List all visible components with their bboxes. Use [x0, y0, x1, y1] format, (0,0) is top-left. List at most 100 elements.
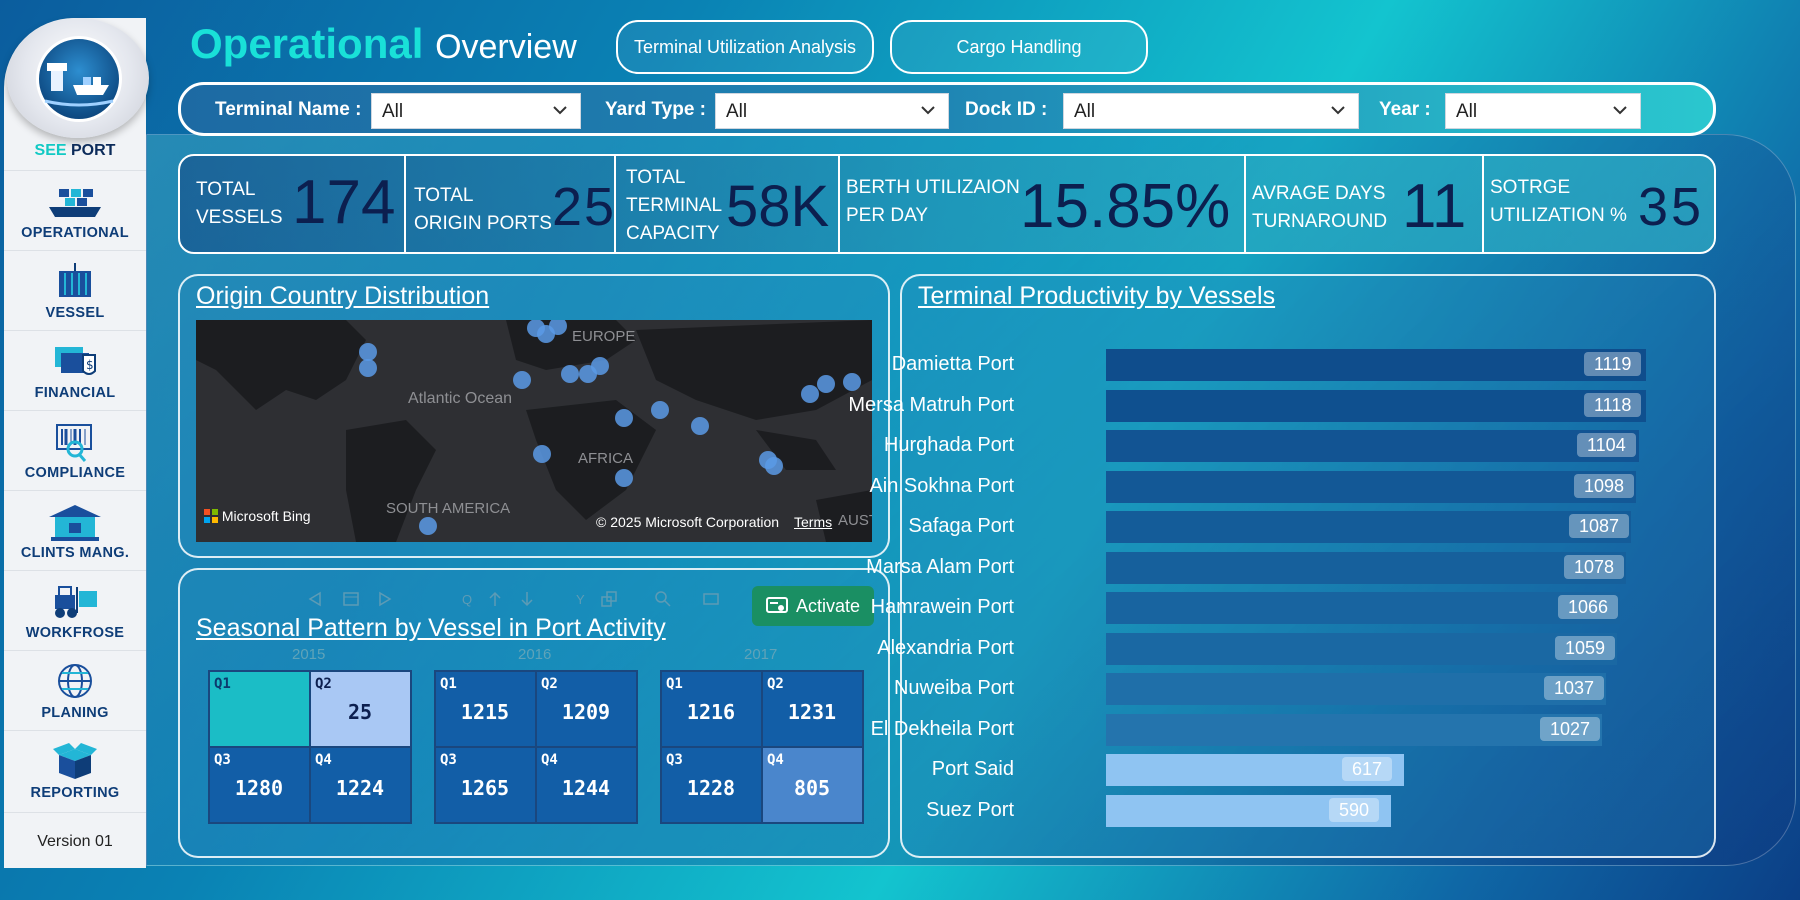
quarter-value: 1244 [561, 776, 611, 800]
svg-text:$: $ [86, 358, 94, 372]
nav-clients[interactable]: CLINTS MANG. [4, 490, 146, 570]
quarter-cell[interactable]: Q1 1215 [435, 671, 536, 747]
quarter-cell[interactable]: Q3 1265 [435, 747, 536, 823]
terminal-name-value: All [382, 101, 404, 122]
bar-value-label: 590 [1329, 797, 1380, 822]
quarter-cell[interactable]: Q4 1224 [310, 747, 411, 823]
year-toggle[interactable]: Y [576, 592, 585, 607]
quarter-toggle[interactable]: Q [462, 592, 472, 607]
cargo-handling-button[interactable]: Cargo Handling [890, 20, 1148, 74]
focus-mode-icon[interactable] [702, 590, 720, 608]
bar-value-label: 1098 [1574, 473, 1635, 498]
bar[interactable] [1106, 470, 1636, 503]
nav-compliance[interactable]: COMPLIANCE [4, 410, 146, 490]
year-value: All [1456, 101, 1478, 122]
bar-row[interactable]: Ain Sokhna Port 1098 [869, 470, 1660, 504]
bar-row[interactable]: Marsa Alam Port 1078 [866, 551, 1660, 585]
kpi-value: 25 [552, 177, 617, 237]
filter-label-dock: Dock ID : [965, 99, 1048, 120]
terminal-name-select[interactable]: All [371, 93, 581, 129]
bar-value-label: 1037 [1544, 676, 1605, 700]
quarter-cell[interactable]: Q3 1228 [661, 747, 762, 823]
globe-icon [58, 663, 92, 698]
bar-row[interactable]: El Dekheila Port 1027 [871, 713, 1660, 747]
zoom-icon[interactable] [654, 590, 672, 608]
bar[interactable] [1106, 632, 1617, 665]
chevron-down-icon [921, 106, 935, 115]
bar-row[interactable]: Port Said 617 [920, 753, 1660, 787]
bar-category-label: Suez Port [926, 798, 1014, 821]
drill-up-icon[interactable] [306, 590, 324, 608]
terminal-utilization-button[interactable]: Terminal Utilization Analysis [616, 20, 874, 74]
bar-row[interactable]: Hamrawein Port 1066 [871, 591, 1660, 625]
kpi-average-turnaround: AVRAGE DAYS TURNAROUND 11 [1246, 156, 1484, 252]
page-title-sub: Overview [435, 28, 577, 66]
bar[interactable] [1106, 349, 1646, 381]
quarter-cell[interactable]: Q3 1280 [209, 747, 310, 823]
arrow-up-icon[interactable] [486, 590, 504, 608]
page-title-main: Operational [190, 20, 424, 67]
kpi-label: TOTAL ORIGIN PORTS [414, 182, 552, 238]
bar-row[interactable]: Alexandria Port 1059 [877, 632, 1660, 666]
quarter-cell[interactable]: Q1 [209, 671, 310, 747]
arrow-down-icon[interactable] [518, 590, 536, 608]
kpi-label-line: AVRAGE DAYS [1252, 183, 1386, 204]
quarter-label: Q1 [440, 676, 457, 692]
nav-planning[interactable]: PLANING [4, 650, 146, 730]
bar-row[interactable]: Hurghada Port 1104 [884, 429, 1660, 463]
nav-workforce[interactable]: WORKFROSE [4, 570, 146, 650]
filter-bar: Terminal Name : All Yard Type : All Dock… [178, 82, 1716, 136]
kpi-label: AVRAGE DAYS TURNAROUND [1252, 180, 1387, 236]
bar-category-label: Hurghada Port [883, 434, 1014, 456]
chevron-down-icon [553, 106, 567, 115]
quarter-cell[interactable]: Q2 25 [310, 671, 411, 747]
bar[interactable] [1106, 592, 1620, 624]
dock-id-select[interactable]: All [1063, 93, 1359, 129]
kpi-terminal-capacity: TOTAL TERMINAL CAPACITY 58K [616, 156, 840, 252]
bar[interactable] [1106, 713, 1602, 746]
bar[interactable] [1106, 389, 1646, 422]
bar[interactable] [1106, 511, 1631, 543]
quarter-value: 1224 [335, 776, 385, 800]
quarter-label: Q3 [214, 752, 231, 768]
bar-row[interactable]: Nuweiba Port 1037 [894, 672, 1660, 706]
bar[interactable] [1106, 430, 1639, 462]
bar[interactable] [1106, 551, 1626, 584]
bar-value-label: 1104 [1577, 433, 1636, 457]
dock-id-value: All [1074, 101, 1096, 122]
quarter-value: 1265 [460, 776, 510, 800]
kpi-value: 35 [1638, 177, 1705, 237]
quarter-label: Q3 [440, 752, 457, 768]
version-label: Version 01 [4, 812, 146, 851]
bar[interactable] [1106, 673, 1606, 705]
drill-next-icon[interactable] [376, 590, 394, 608]
nav-label: VESSEL [45, 304, 105, 321]
nav-reporting[interactable]: REPORTING [4, 730, 146, 810]
bar-category-label: Alexandria Port [877, 636, 1014, 659]
nav-operational[interactable]: OPERATIONAL [4, 170, 146, 250]
bar-category-label: Ain Sokhna Port [869, 474, 1014, 497]
year-select[interactable]: All [1445, 93, 1641, 129]
quarter-cell[interactable]: Q1 1216 [661, 671, 762, 747]
bar-row[interactable]: Mersa Matruh Port 1118 [848, 389, 1660, 423]
kpi-label: BERTH UTILIZAION PER DAY [846, 174, 1020, 230]
expand-hierarchy-icon[interactable] [600, 590, 618, 608]
nav-label: CLINTS MANG. [20, 544, 130, 561]
bar-category-label: Port Said [931, 758, 1014, 780]
yard-type-select[interactable]: All [715, 93, 949, 129]
nav-label: OPERATIONAL [21, 224, 129, 241]
chevron-down-icon [1613, 106, 1627, 115]
bar-category-label: Safaga Port [908, 515, 1014, 537]
bar-row[interactable]: Safaga Port 1087 [908, 510, 1660, 544]
quarter-cell[interactable]: Q4 1244 [536, 747, 637, 823]
calendar-icon[interactable] [342, 590, 360, 608]
bar-row[interactable]: Damietta Port 1119 [892, 348, 1660, 382]
nav-vessel[interactable]: VESSEL [4, 250, 146, 330]
kpi-label-line: SOTRGE [1490, 177, 1571, 198]
bar-row[interactable]: Suez Port 590 [920, 794, 1660, 828]
kpi-label-line: BERTH UTILIZAION [846, 177, 1020, 198]
nav-financial[interactable]: $ FINANCIAL [4, 330, 146, 410]
quarter-cell[interactable]: Q2 1209 [536, 671, 637, 747]
kpi-total-vessels: TOTAL VESSELS 174 [180, 156, 406, 252]
filter-label-terminal: Terminal Name : [215, 99, 362, 120]
